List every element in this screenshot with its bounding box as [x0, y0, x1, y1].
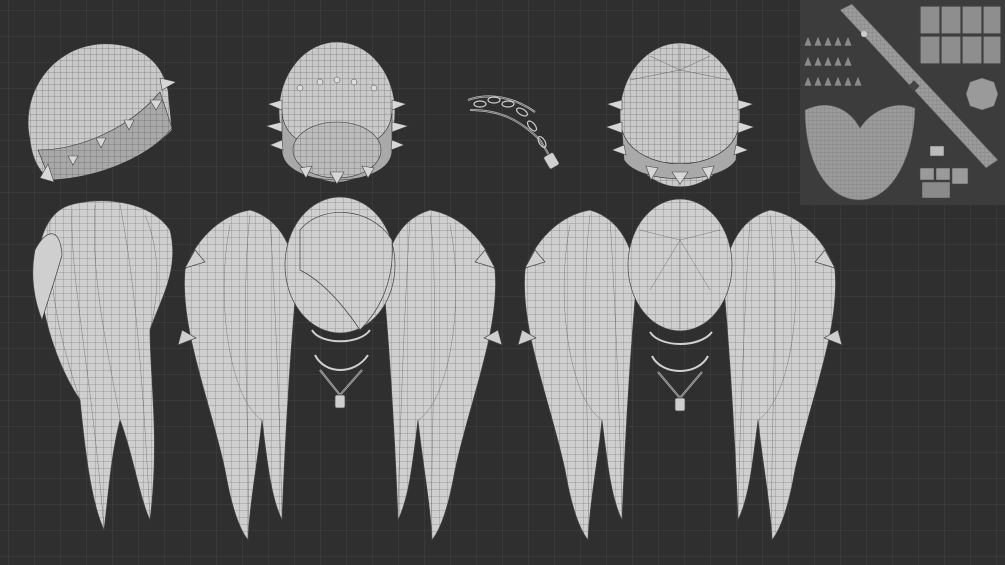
padlock	[543, 152, 560, 170]
scene-canvas	[27, 0, 1005, 541]
uv-layout-panel[interactable]	[800, 0, 1005, 205]
hair-back-view[interactable]	[517, 198, 843, 541]
hair-front-view[interactable]	[177, 196, 503, 541]
hair-side-view[interactable]	[32, 200, 174, 532]
chain-links	[473, 96, 547, 149]
beanie-side-view[interactable]	[27, 43, 177, 183]
necklace-chain-back	[649, 331, 713, 412]
necklace-chain-front	[311, 329, 371, 409]
3d-viewport[interactable]	[0, 0, 1005, 565]
beanie-back-view[interactable]	[605, 42, 755, 188]
chain-detail[interactable]	[467, 95, 560, 170]
beanie-front-view[interactable]	[264, 41, 410, 185]
